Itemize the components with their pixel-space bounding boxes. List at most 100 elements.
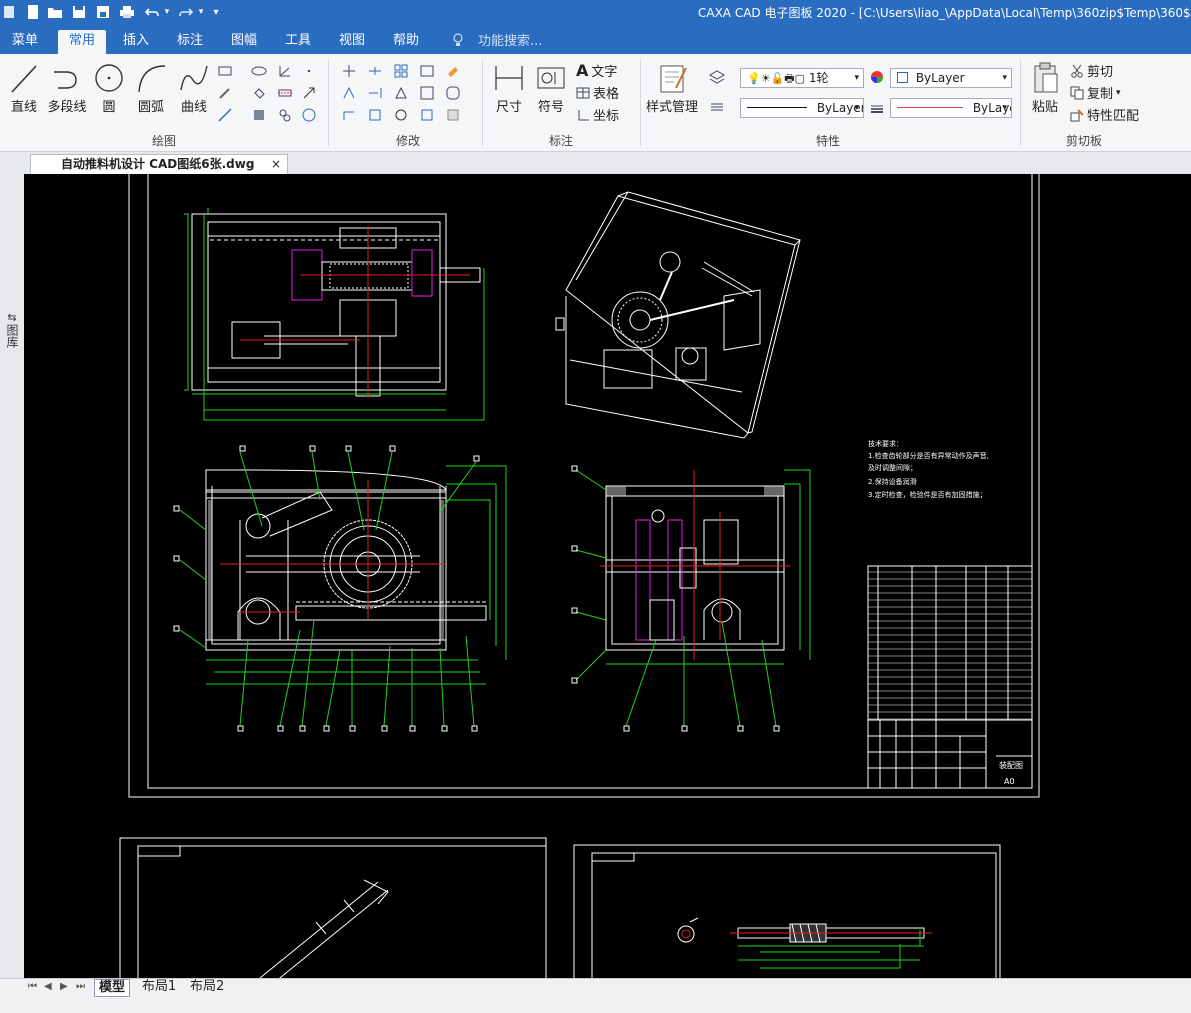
app-logo-icon[interactable]: [2, 3, 16, 21]
next-tab-icon[interactable]: ▶: [60, 981, 68, 992]
centerline-icon[interactable]: [276, 84, 294, 102]
spline-button[interactable]: 曲线: [174, 60, 214, 115]
first-tab-icon[interactable]: ⏮: [28, 981, 37, 992]
fill-icon[interactable]: [250, 84, 268, 102]
angle-line-icon[interactable]: [276, 62, 294, 80]
tab-view[interactable]: 视图: [332, 30, 372, 54]
symbol-button[interactable]: 符号: [532, 60, 570, 115]
window-icon[interactable]: [418, 62, 436, 80]
array-icon[interactable]: [392, 62, 410, 80]
match-properties-button[interactable]: 特性匹配: [1070, 105, 1139, 124]
print-icon[interactable]: [118, 3, 136, 21]
match-properties-icon: [1070, 108, 1084, 121]
block-icon[interactable]: [276, 106, 294, 124]
line-icon: [11, 65, 37, 93]
text-button[interactable]: A 文字: [576, 61, 617, 80]
layer-manager-icon[interactable]: [708, 68, 726, 86]
new-file-icon[interactable]: [24, 3, 42, 21]
lineweight-preview: [897, 107, 963, 108]
drawing-svg[interactable]: 技术要求： 1.检查齿轮部分是否有异常动作及声音, 及时调整间隙； 2.保持设备…: [24, 169, 1191, 989]
rotate-icon[interactable]: [392, 106, 410, 124]
side-section-view[interactable]: [571, 465, 811, 732]
library-icon: ⇆: [7, 311, 17, 324]
chamfer-icon[interactable]: [418, 84, 436, 102]
arrow-icon[interactable]: [300, 84, 318, 102]
copy-button[interactable]: 复制 ▾: [1070, 83, 1121, 102]
save-as-icon[interactable]: [94, 3, 112, 21]
table-button[interactable]: 表格: [576, 83, 619, 102]
extend-icon[interactable]: [366, 84, 384, 102]
tab-tools[interactable]: 工具: [278, 30, 318, 54]
offset-icon[interactable]: [340, 106, 358, 124]
part-sheet-shaft[interactable]: [119, 837, 547, 989]
point-icon[interactable]: [300, 62, 318, 80]
circle-button[interactable]: 圆: [92, 60, 126, 115]
customize-icon[interactable]: ▾: [210, 3, 222, 21]
modify-group-label: 修改: [395, 134, 420, 148]
cut-button[interactable]: 剪切: [1070, 61, 1113, 80]
close-icon[interactable]: ×: [271, 155, 281, 173]
save-icon[interactable]: [70, 3, 88, 21]
lineweight-icon[interactable]: [868, 100, 886, 118]
part-sheet-worm[interactable]: [573, 844, 1001, 989]
hatch-icon[interactable]: [250, 106, 268, 124]
top-view[interactable]: [184, 208, 485, 421]
open-file-icon[interactable]: [46, 3, 64, 21]
rectangle-icon[interactable]: [216, 62, 234, 80]
pen-icon[interactable]: [216, 84, 234, 102]
title-bar: ▾ ▾ ▾ CAXA CAD 电子图板 2020 - [C:\Users\lia…: [0, 0, 1191, 26]
polyline-button[interactable]: 多段线: [44, 60, 90, 115]
undo-dropdown-icon[interactable]: ▾: [162, 3, 172, 21]
paste-button[interactable]: 粘贴: [1026, 60, 1064, 115]
annotate-group-label: 标注: [548, 134, 573, 148]
move-icon[interactable]: [340, 62, 358, 80]
style-manager-button[interactable]: 样式管理: [644, 60, 700, 115]
color-wheel-icon[interactable]: [868, 68, 886, 86]
library-tab[interactable]: ⇆ 图库: [4, 312, 20, 350]
ellipse-icon[interactable]: [250, 62, 268, 80]
prev-tab-icon[interactable]: ◀: [44, 981, 52, 992]
isometric-view[interactable]: [555, 191, 801, 439]
draw-group-label: 绘图: [151, 134, 176, 148]
line-button[interactable]: 直线: [6, 60, 42, 115]
scale-icon[interactable]: [392, 84, 410, 102]
paste-icon: [1034, 62, 1058, 93]
tab-model[interactable]: 模型: [94, 979, 131, 997]
tab-layout1[interactable]: 布局1: [138, 979, 180, 997]
linetype-select[interactable]: ByLayer ▾: [740, 98, 864, 118]
tab-layout2[interactable]: 布局2: [186, 979, 228, 997]
explode-icon[interactable]: [444, 106, 462, 124]
dimension-button[interactable]: 尺寸: [490, 60, 528, 115]
eraser-icon[interactable]: [444, 62, 462, 80]
trim-icon[interactable]: [366, 62, 384, 80]
tab-annotate[interactable]: 标注: [170, 30, 210, 54]
last-tab-icon[interactable]: ⏭: [76, 981, 85, 992]
mirror-icon[interactable]: [340, 84, 358, 102]
layer-select[interactable]: 💡☀🔓🖶▢ 1轮 ▾: [740, 68, 864, 88]
document-tab[interactable]: 自动推料机设计 CAD图纸6张.dwg ×: [30, 154, 288, 174]
redo-icon[interactable]: [178, 3, 194, 21]
construction-line-icon[interactable]: [216, 106, 234, 124]
fillet-icon[interactable]: [444, 84, 462, 102]
front-section-view[interactable]: [173, 445, 507, 732]
library-side-panel[interactable]: ⇆ 图库: [0, 152, 24, 978]
tab-help[interactable]: 帮助: [386, 30, 426, 54]
linetype-preview: [747, 107, 807, 108]
linetype-icon[interactable]: [708, 98, 726, 116]
arc-icon: [138, 65, 166, 93]
tab-menu[interactable]: 菜单: [4, 30, 46, 54]
lineweight-select[interactable]: ByLaye ▾: [890, 98, 1012, 118]
drawing-canvas[interactable]: 技术要求： 1.检查齿轮部分是否有异常动作及声音, 及时调整间隙； 2.保持设备…: [24, 169, 1191, 989]
image-icon[interactable]: [300, 106, 318, 124]
tab-insert[interactable]: 插入: [116, 30, 156, 54]
break-icon[interactable]: [366, 106, 384, 124]
coordinate-button[interactable]: 坐标: [576, 105, 619, 124]
redo-dropdown-icon[interactable]: ▾: [196, 3, 206, 21]
tab-sheet[interactable]: 图幅: [224, 30, 264, 54]
tab-common[interactable]: 常用: [58, 30, 106, 54]
feature-search-input[interactable]: 功能搜索...: [478, 30, 542, 49]
stretch-icon[interactable]: [418, 106, 436, 124]
undo-icon[interactable]: [144, 3, 160, 21]
color-select[interactable]: ByLayer ▾: [890, 68, 1012, 88]
arc-button[interactable]: 圆弧: [132, 60, 170, 115]
